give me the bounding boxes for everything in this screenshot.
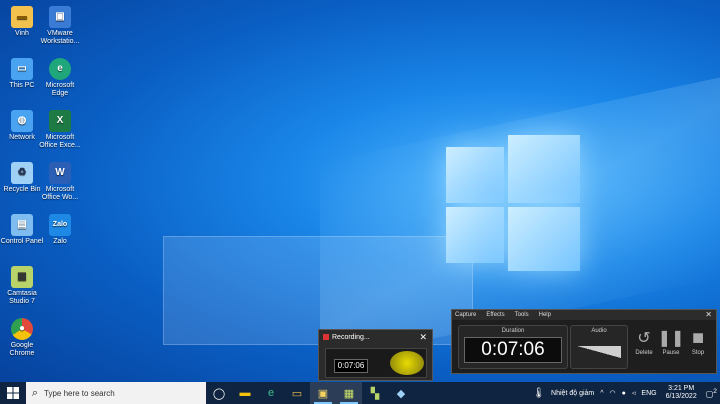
audio-box: Audio xyxy=(570,325,628,369)
duration-label: Duration xyxy=(501,328,525,334)
desktop-icon-edge[interactable]: e Microsoft Edge xyxy=(38,58,82,98)
camtasia-icon[interactable]: ▣ xyxy=(310,382,336,404)
chrome-icon: ● xyxy=(11,318,33,340)
menu-tools[interactable]: Tools xyxy=(515,312,529,318)
pause-icon: ❚❚ xyxy=(657,330,685,347)
language-indicator[interactable]: ENG xyxy=(641,390,656,397)
thumb-time: 0:07:06 xyxy=(334,359,368,373)
desktop-icon-vmware[interactable]: ▣ VMware Workstatio... xyxy=(38,6,82,46)
notification-icon[interactable]: ▢2 xyxy=(706,388,717,399)
chevron-up-icon[interactable]: ^ xyxy=(600,390,603,397)
wifi-icon[interactable]: ◠ xyxy=(610,389,616,397)
network-icon: ◍ xyxy=(11,110,33,132)
search-icon: ⌕ xyxy=(31,386,39,399)
recorder-menu-bar: Capture Effects Tools Help xyxy=(452,310,716,320)
volume-icon[interactable]: ◃ xyxy=(632,389,636,397)
excel-icon: X xyxy=(49,110,71,132)
delete-icon: ↺ xyxy=(637,330,651,347)
taskbar: ⌕ Type here to search ◯ ▬ e ▭ ▣ ▦ ▚ ◆ 🌡 … xyxy=(0,382,720,404)
recording-popup: Recording... ✕ 0:07:06 xyxy=(318,329,433,381)
weather-icon[interactable]: 🌡 xyxy=(532,388,545,399)
mic-icon[interactable]: ● xyxy=(622,390,626,397)
pause-button[interactable]: ❚❚ Pause xyxy=(657,328,685,356)
start-button[interactable] xyxy=(0,382,26,404)
recording-thumbnail[interactable]: 0:07:06 xyxy=(325,348,427,378)
word-icon: W xyxy=(49,162,71,184)
desktop-icon-chrome[interactable]: ● Google Chrome xyxy=(0,318,44,358)
desktop-icon-word[interactable]: W Microsoft Office Wo... xyxy=(38,162,82,202)
zalo-icon: Zalo xyxy=(49,214,71,236)
folder-icon: ▬ xyxy=(11,6,33,28)
search-placeholder: Type here to search xyxy=(44,388,115,398)
camtasia-icon: ▦ xyxy=(11,266,33,288)
recording-popup-title: Recording... xyxy=(319,330,432,344)
app-icon[interactable]: ▚ xyxy=(362,382,388,404)
cursor-highlight xyxy=(390,351,424,375)
duration-time: 0:07:06 xyxy=(464,337,562,363)
recycle-bin-icon: ♻ xyxy=(11,162,33,184)
windows-icon xyxy=(7,387,19,399)
duration-box: Duration 0:07:06 xyxy=(458,325,568,369)
computer-icon: ▭ xyxy=(11,58,33,80)
edge-icon: e xyxy=(49,58,71,80)
record-icon xyxy=(323,334,329,340)
edge-icon[interactable]: e xyxy=(258,382,284,404)
clock[interactable]: 3:21 PM 6/13/2022 xyxy=(663,385,700,401)
menu-capture[interactable]: Capture xyxy=(455,312,476,318)
stop-button[interactable]: ■ Stop xyxy=(686,326,710,357)
weather-text[interactable]: Nhiệt độ giảm xyxy=(551,390,594,397)
desktop-icon-zalo[interactable]: Zalo Zalo xyxy=(38,214,82,246)
stop-icon: ■ xyxy=(691,326,705,349)
delete-button[interactable]: ↺ Delete xyxy=(632,328,656,356)
app-icon[interactable]: ◆ xyxy=(388,382,414,404)
taskbar-app-icon[interactable]: ▬ xyxy=(232,382,258,404)
close-icon[interactable]: ✕ xyxy=(419,332,427,343)
file-explorer-icon[interactable]: ▭ xyxy=(284,382,310,404)
desktop-icon-excel[interactable]: X Microsoft Office Exce... xyxy=(38,110,82,150)
desktop-icon-camtasia[interactable]: ▦ Camtasia Studio 7 xyxy=(0,266,44,306)
task-view-icon[interactable]: ◯ xyxy=(206,382,232,404)
audio-label: Audio xyxy=(591,328,607,334)
vmware-icon: ▣ xyxy=(49,6,71,28)
control-panel-icon: ▤ xyxy=(11,214,33,236)
taskbar-search[interactable]: ⌕ Type here to search xyxy=(26,382,206,404)
close-icon[interactable]: ✕ xyxy=(705,310,712,319)
windows-logo xyxy=(446,135,580,271)
recorder-panel: Capture Effects Tools Help ✕ Duration 0:… xyxy=(451,309,717,374)
audio-level-slider[interactable] xyxy=(577,346,621,358)
menu-help[interactable]: Help xyxy=(539,312,551,318)
system-tray: 🌡 Nhiệt độ giảm ^ ◠ ● ◃ ENG 3:21 PM 6/13… xyxy=(529,382,720,404)
menu-effects[interactable]: Effects xyxy=(486,312,504,318)
recorder-taskbar-icon[interactable]: ▦ xyxy=(336,382,362,404)
